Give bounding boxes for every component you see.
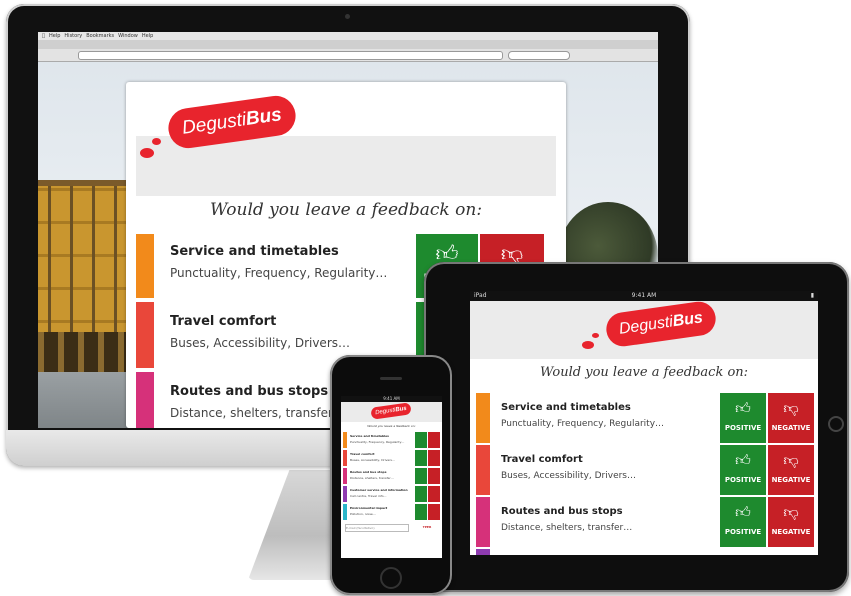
category-subtitle: Distance, shelters, transfer…: [350, 476, 394, 480]
positive-button[interactable]: [415, 486, 427, 502]
address-bar[interactable]: [78, 51, 503, 60]
negative-button[interactable]: 👎︎ NEGATIVE: [768, 393, 814, 443]
tablet-screen: iPad 9:41 AM ▮ Degusti Bus Would you leav…: [470, 291, 818, 555]
positive-button[interactable]: [415, 504, 427, 520]
negative-button[interactable]: [428, 432, 440, 448]
category-color-bar: [136, 372, 154, 428]
category-subtitle: Pollution, noise…: [350, 512, 376, 516]
category-color-bar: [136, 234, 154, 298]
category-row[interactable]: Travel comfort Buses, Accessibility, Dri…: [343, 450, 442, 466]
category-color-bar: [476, 497, 490, 547]
logo-dot: [152, 138, 161, 145]
positive-button[interactable]: 👍︎ POSITIVE: [720, 445, 766, 495]
browser-toolbar: [38, 49, 658, 62]
thumbs-up-icon: 👍︎: [735, 503, 751, 521]
carrier-label: iPad: [474, 292, 487, 299]
positive-button[interactable]: 👍︎ POSITIVE: [720, 497, 766, 547]
email-field[interactable]: E-mail (facoltativo): [345, 524, 409, 532]
tablet-status-bar: iPad 9:41 AM ▮: [470, 291, 818, 301]
category-title: Routes and bus stops: [501, 506, 623, 517]
phone-screen: 9:41 AM Degusti Bus Would you leave a fee…: [341, 396, 442, 558]
os-menubar: HelpHistoryBookmarksWindowHelp: [38, 32, 658, 40]
category-subtitle: Distance, shelters, transfer…: [170, 406, 345, 420]
negative-button[interactable]: [428, 486, 440, 502]
category-subtitle: Call centre, Travel info…: [350, 494, 387, 498]
category-color-bar: [343, 432, 347, 448]
negative-button[interactable]: [428, 504, 440, 520]
category-color-bar: [343, 468, 347, 484]
negative-label: NEGATIVE: [771, 476, 811, 484]
category-color-bar: [476, 445, 490, 495]
logo-dot: [140, 148, 154, 158]
feedback-prompt: Would you leave a feedback on:: [209, 200, 483, 220]
phone-home-button[interactable]: [380, 567, 402, 589]
category-subtitle: Punctuality, Frequency, Regularity…: [350, 440, 405, 444]
category-color-bar: [343, 450, 347, 466]
category-row[interactable]: Travel comfort Buses, Accessibility, Dri…: [476, 445, 818, 495]
tablet-home-button[interactable]: [828, 416, 844, 432]
browser-titlebar: [38, 40, 658, 49]
category-row[interactable]: Environmental impact Pollution, noise…: [343, 504, 442, 520]
category-row[interactable]: Service and timetables Punctuality, Freq…: [343, 432, 442, 448]
thumbs-down-icon: 👎︎: [783, 399, 799, 417]
feedback-prompt: Would you leave a feedback on:: [367, 424, 416, 428]
phone-speaker: [380, 377, 402, 380]
category-title: Service and timetables: [501, 402, 631, 413]
negative-label: NEGATIVE: [771, 424, 811, 432]
monitor-camera: [345, 14, 350, 19]
category-row[interactable]: Service and timetables Punctuality, Freq…: [476, 393, 818, 443]
category-color-bar: [476, 393, 490, 443]
browser-search-field[interactable]: [508, 51, 570, 60]
category-subtitle: Buses, Accessibility, Drivers…: [501, 471, 636, 481]
category-subtitle: Distance, shelters, transfer…: [501, 523, 633, 533]
thumbs-up-icon: 👍︎: [735, 451, 751, 469]
category-title: Service and timetables: [170, 244, 339, 259]
category-title: Environmental impact: [350, 506, 388, 510]
category-row[interactable]: Routes and bus stops Distance, shelters,…: [343, 468, 442, 484]
positive-button[interactable]: 👍︎ POSITIVE: [720, 393, 766, 443]
status-time: 9:41 AM: [631, 292, 657, 299]
tper-badge: TPER: [422, 525, 432, 529]
category-color-bar: [343, 504, 347, 520]
category-title: Routes and bus stops: [350, 470, 387, 474]
category-color-bar: [476, 549, 490, 555]
positive-label: POSITIVE: [724, 528, 762, 536]
negative-button[interactable]: [428, 450, 440, 466]
negative-button[interactable]: 👎︎ NEGATIVE: [768, 497, 814, 547]
positive-button[interactable]: [415, 432, 427, 448]
category-title: Travel comfort: [501, 454, 583, 465]
positive-label: POSITIVE: [724, 476, 762, 484]
category-subtitle: Buses, Accessibility, Drivers…: [170, 336, 350, 350]
feedback-prompt: Would you leave a feedback on:: [539, 365, 749, 380]
category-subtitle: Buses, Accessibility, Drivers…: [350, 458, 395, 462]
category-title: Travel comfort: [170, 314, 277, 329]
category-row[interactable]: Customer service and information Call ce…: [343, 486, 442, 502]
positive-button[interactable]: [415, 450, 427, 466]
battery-icon: ▮: [810, 292, 814, 299]
negative-label: NEGATIVE: [771, 528, 811, 536]
category-row[interactable]: Routes and bus stops Distance, shelters,…: [476, 497, 818, 547]
logo-dot: [582, 341, 594, 349]
category-title: Routes and bus stops: [170, 384, 329, 399]
logo-dot: [592, 333, 599, 338]
category-subtitle: Punctuality, Frequency, Regularity…: [170, 266, 388, 280]
category-subtitle: Punctuality, Frequency, Regularity…: [501, 419, 665, 429]
positive-label: POSITIVE: [724, 424, 762, 432]
thumbs-down-icon: 👎︎: [783, 451, 799, 469]
negative-button[interactable]: [428, 468, 440, 484]
thumbs-down-icon: 👎︎: [783, 503, 799, 521]
category-title: Travel comfort: [350, 452, 375, 456]
category-color-bar: [343, 486, 347, 502]
category-title: Service and timetables: [350, 434, 389, 438]
positive-button[interactable]: [415, 468, 427, 484]
thumbs-up-icon: 👍︎: [735, 399, 751, 417]
category-title: Customer service and information: [350, 488, 408, 492]
negative-button[interactable]: 👎︎ NEGATIVE: [768, 445, 814, 495]
category-color-bar: [136, 302, 154, 368]
